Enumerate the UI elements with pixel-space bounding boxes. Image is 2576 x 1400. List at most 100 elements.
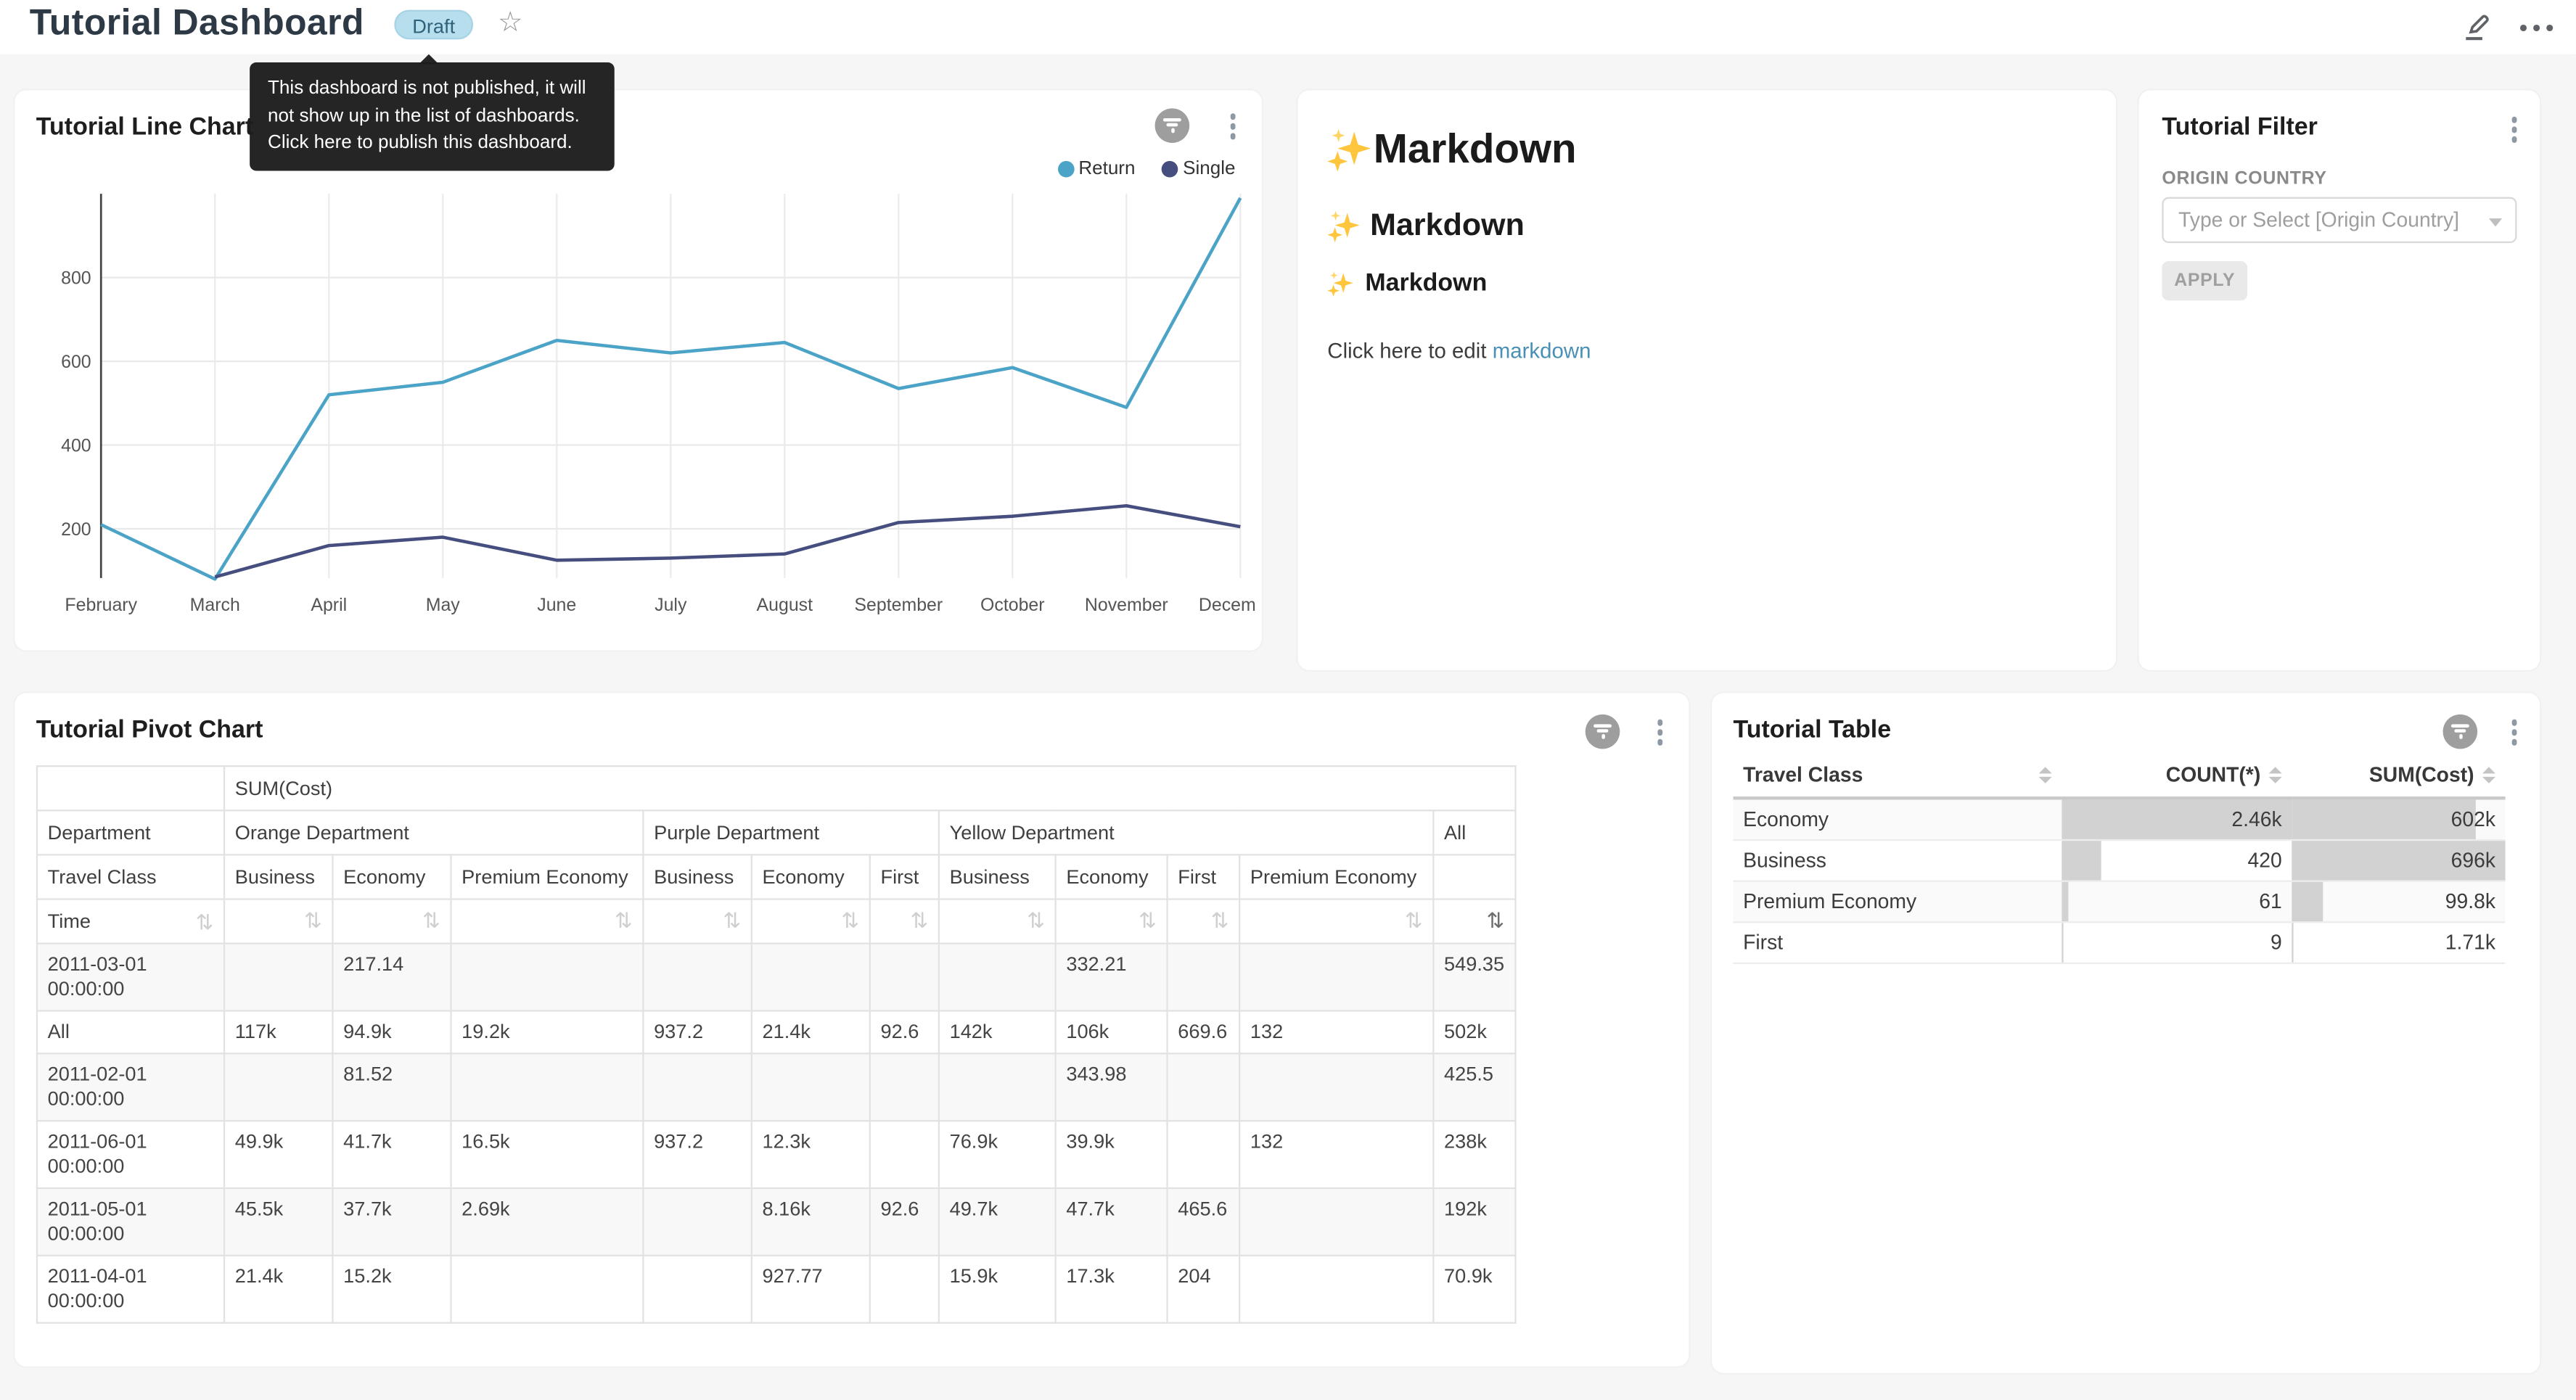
pivot-travelclass-label: Travel Class [37, 855, 224, 899]
pivot-sort-cell[interactable]: ⇅ [1239, 899, 1433, 944]
y-axis-tick: 600 [61, 352, 91, 372]
pivot-cell [643, 1256, 751, 1323]
pivot-sort-cell[interactable]: ⇅ [1168, 899, 1240, 944]
pivot-cell: 76.9k [939, 1121, 1056, 1188]
cell-bar [2062, 882, 2067, 921]
pivot-cell: 937.2 [643, 1121, 751, 1188]
origin-country-select[interactable]: Type or Select [Origin Country] [2162, 197, 2516, 243]
pivot-metric-header: SUM(Cost) [224, 766, 1515, 810]
sort-icon[interactable]: ⇅ [910, 907, 928, 932]
pivot-cell [224, 1053, 332, 1121]
x-axis-label: August [757, 595, 813, 615]
chart-menu-icon[interactable] [2508, 716, 2520, 748]
legend-item-return[interactable]: Return [1057, 160, 1136, 179]
chart-menu-icon[interactable] [1654, 716, 1666, 748]
status-badge[interactable]: Draft [394, 10, 473, 40]
pivot-row: 2011-04-01 00:00:0021.4k15.2k927.7715.9k… [37, 1256, 1515, 1323]
pivot-time-label[interactable]: Time⇅ [37, 899, 224, 944]
pivot-row-label: 2011-06-01 00:00:00 [37, 1121, 224, 1188]
pivot-cell: 21.4k [752, 1010, 870, 1053]
pivot-sort-cell[interactable]: ⇅ [752, 899, 870, 944]
sort-icon[interactable]: ⇅ [1139, 907, 1157, 932]
markdown-card: Markdown Markdown Markdown Click here to… [1298, 91, 2116, 670]
cell-value: 2.46k [2231, 808, 2281, 831]
more-options-icon[interactable] [2520, 24, 2553, 30]
pivot-sort-cell[interactable]: ⇅ [1433, 899, 1515, 944]
legend-item-single[interactable]: Single [1162, 160, 1236, 179]
pivot-cell [643, 1053, 751, 1121]
cell-bar [2062, 841, 2101, 880]
apply-button[interactable]: APPLY [2162, 261, 2247, 300]
travel-class-cell: Premium Economy [1734, 881, 2062, 923]
count-cell: 420 [2062, 840, 2292, 881]
pivot-cell: 117k [224, 1010, 332, 1053]
sort-icon[interactable]: ⇅ [615, 907, 633, 932]
sort-icon[interactable]: ⇅ [723, 907, 741, 932]
pivot-cell [870, 1256, 939, 1323]
pivot-sort-cell[interactable]: ⇅ [1056, 899, 1168, 944]
sort-icon[interactable]: ⇅ [841, 907, 859, 932]
sort-icon[interactable]: ⇅ [1486, 907, 1504, 932]
pivot-cell [451, 944, 643, 1011]
pivot-sort-cell[interactable]: ⇅ [224, 899, 332, 944]
pivot-sort-cell[interactable]: ⇅ [451, 899, 643, 944]
pivot-sort-cell[interactable]: ⇅ [870, 899, 939, 944]
pivot-cell: 21.4k [224, 1256, 332, 1323]
table-row[interactable]: Economy2.46k602k [1734, 798, 2506, 840]
cell-value: 61 [2259, 890, 2281, 913]
x-axis-label: February [65, 595, 137, 615]
table-header-sum-cost-[interactable]: SUM(Cost) [2292, 759, 2505, 798]
pivot-cell: 92.6 [870, 1010, 939, 1053]
pivot-sort-cell[interactable]: ⇅ [643, 899, 751, 944]
pivot-sort-cell[interactable]: ⇅ [939, 899, 1056, 944]
markdown-h3: Markdown [1327, 269, 2089, 297]
data-table: Travel Class COUNT(*) SUM(Cost)Economy2.46… [1734, 759, 2506, 964]
edit-markdown-link[interactable]: markdown [1493, 338, 1591, 363]
sort-carets-icon[interactable] [2039, 767, 2052, 783]
publish-tooltip-text: This dashboard is not published, it will… [268, 79, 586, 153]
y-axis-tick: 800 [61, 268, 91, 289]
pivot-cell [870, 1121, 939, 1188]
sparkles-icon [1327, 128, 1371, 173]
pivot-row-label: 2011-04-01 00:00:00 [37, 1256, 224, 1323]
filter-card-title: Tutorial Filter [2162, 113, 2317, 141]
travel-class-cell: First [1734, 922, 2062, 963]
sort-icon[interactable]: ⇅ [1027, 907, 1045, 932]
sort-carets-icon[interactable] [2269, 767, 2282, 783]
pivot-cell: 332.21 [1056, 944, 1168, 1011]
table-row[interactable]: Business420696k [1734, 840, 2506, 881]
pivot-cell: 12.3k [752, 1121, 870, 1188]
pivot-cell: 47.7k [1056, 1188, 1168, 1256]
count-cell: 9 [2062, 922, 2292, 963]
pivot-cell: 17.3k [1056, 1256, 1168, 1323]
publish-tooltip: This dashboard is not published, it will… [250, 62, 615, 170]
x-axis-label: June [537, 595, 576, 615]
sort-icon[interactable]: ⇅ [304, 907, 322, 932]
x-axis-label: April [311, 595, 347, 615]
sort-icon[interactable]: ⇅ [1405, 907, 1423, 932]
edit-dashboard-icon[interactable] [2458, 9, 2494, 45]
table-header-travel-class[interactable]: Travel Class [1734, 759, 2062, 798]
column-label: COUNT(*) [2166, 764, 2260, 787]
table-header-count-[interactable]: COUNT(*) [2062, 759, 2292, 798]
sort-carets-icon[interactable] [2482, 767, 2495, 783]
pivot-cell [1239, 944, 1433, 1011]
applied-filters-icon[interactable] [1586, 715, 1620, 749]
pivot-cell [1168, 944, 1240, 1011]
sort-icon[interactable]: ⇅ [196, 910, 214, 931]
series-line-single[interactable] [215, 506, 1240, 577]
sort-icon[interactable]: ⇅ [1211, 907, 1229, 932]
table-row[interactable]: Premium Economy6199.8k [1734, 881, 2506, 923]
pivot-cell [451, 1256, 643, 1323]
pivot-corner [37, 766, 224, 810]
applied-filters-icon[interactable] [2443, 715, 2478, 749]
filter-menu-icon[interactable] [2508, 113, 2520, 145]
pivot-cell: 39.9k [1056, 1121, 1168, 1188]
pivot-cell: 49.9k [224, 1121, 332, 1188]
favorite-star-icon[interactable]: ☆ [498, 7, 523, 39]
sort-icon[interactable]: ⇅ [422, 907, 440, 932]
pivot-sort-cell[interactable]: ⇅ [332, 899, 451, 944]
pivot-cell [1239, 1256, 1433, 1323]
pivot-table: SUM(Cost)DepartmentOrange DepartmentPurp… [36, 765, 1516, 1324]
table-row[interactable]: First91.71k [1734, 922, 2506, 963]
